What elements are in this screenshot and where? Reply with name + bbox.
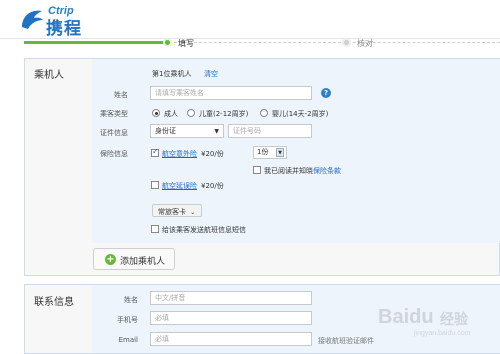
clear-passenger-link[interactable]: 清空 [204, 69, 218, 79]
agree-terms-text: 我已阅读并知晓保险条款 [264, 166, 341, 176]
contact-name-input[interactable]: 中文/拼音 [150, 291, 312, 305]
infant-radio[interactable] [260, 109, 268, 117]
contact-phone-input[interactable]: 必填 [150, 311, 312, 325]
accident-insurance-link[interactable]: 航空意外险 [162, 149, 197, 159]
help-icon[interactable]: ? [321, 88, 331, 98]
adult-radio[interactable] [152, 109, 160, 117]
progress-step-fill: 填写 [178, 39, 194, 48]
infant-radio-label: 婴儿(14天-2周岁) [272, 110, 329, 118]
id-type-value: 身份证 [155, 127, 176, 135]
contact-email-label: Email [118, 336, 138, 344]
progress-step-fill-dot [163, 38, 172, 47]
adult-radio-label: 成人 [164, 110, 178, 118]
email-hint: 接收航班验证邮件 [318, 337, 374, 345]
baidu-watermark-url: jingyan.baidu.com [414, 330, 471, 337]
contact-email-input[interactable]: 必填 [150, 332, 312, 346]
insurance-label: 保险信息 [100, 150, 128, 158]
delay-insurance-checkbox[interactable] [151, 181, 159, 189]
delay-insurance-price: ¥20/份 [201, 182, 224, 190]
contact-phone-label: 手机号 [117, 316, 138, 324]
agree-terms-checkbox[interactable] [253, 166, 261, 174]
passenger-index-label: 第1位乘机人 [152, 70, 192, 78]
contact-section-title: 联系信息 [34, 297, 74, 308]
accident-insurance-checkbox[interactable] [151, 147, 159, 157]
insurance-quantity-select[interactable]: 1份 ▼ [253, 146, 287, 159]
id-type-select[interactable]: 身份证 ▼ [150, 124, 224, 138]
progress-step-check: 核对 [357, 39, 373, 48]
child-radio-label: 儿童(2-12周岁) [199, 110, 249, 118]
progress-step-check-dot [342, 38, 351, 47]
passenger-type-label: 乘客类型 [100, 110, 128, 118]
baidu-watermark-brand: Baidu [378, 306, 434, 328]
child-radio[interactable] [187, 109, 195, 117]
chevron-down-icon: ▼ [276, 148, 284, 157]
name-label: 姓名 [114, 91, 128, 99]
logo-chinese-text: 携程 [46, 19, 82, 38]
insurance-quantity-value: 1份 [257, 148, 269, 156]
add-passenger-button[interactable]: + 添加乘机人 [93, 248, 175, 270]
frequent-flyer-card-label: 常旅客卡 [158, 208, 186, 216]
delay-insurance-link[interactable]: 航空延误险 [162, 181, 197, 191]
header-divider [0, 38, 500, 39]
insurance-terms-link[interactable]: 保险条款 [313, 167, 341, 175]
plus-icon: + [105, 254, 116, 265]
send-sms-checkbox[interactable] [151, 225, 159, 233]
progress-bar-remaining [164, 42, 500, 43]
agree-terms-label: 我已阅读并知晓 [264, 167, 313, 175]
progress-bar-done [24, 41, 164, 44]
send-sms-label: 给该乘客发送航班信息短信 [162, 226, 246, 234]
passenger-section-title: 乘机人 [34, 70, 64, 81]
passenger-name-input[interactable]: 请填写乘客姓名 [150, 86, 312, 100]
ctrip-dolphin-logo-icon [22, 10, 43, 29]
id-number-input[interactable]: 证件号码 [228, 124, 312, 138]
baidu-watermark-cn: 经验 [440, 311, 468, 327]
chevron-down-icon: ▼ [214, 128, 219, 135]
chevron-down-icon: ⌄ [190, 209, 196, 216]
id-info-label: 证件信息 [100, 129, 128, 137]
contact-name-label: 姓名 [124, 296, 138, 304]
add-passenger-label: 添加乘机人 [120, 257, 166, 267]
accident-insurance-price: ¥20/份 [201, 150, 224, 158]
frequent-flyer-card-button[interactable]: 常旅客卡 ⌄ [152, 204, 202, 217]
